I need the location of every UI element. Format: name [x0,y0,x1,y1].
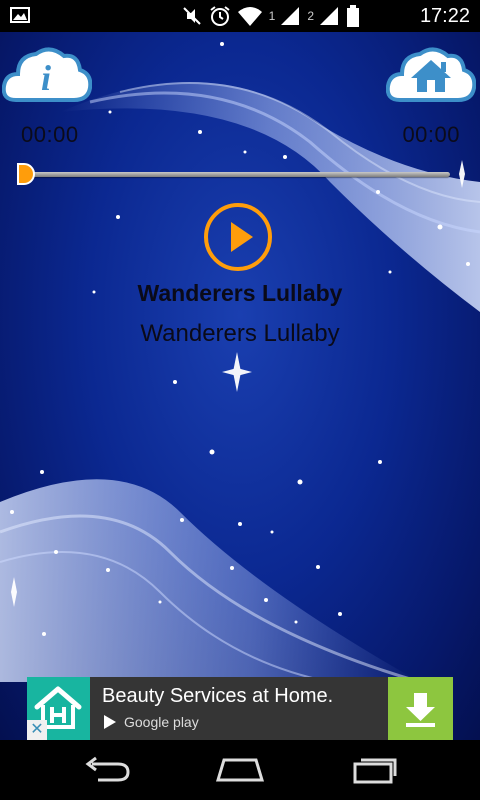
signal-icon [281,7,300,25]
wifi-icon [237,7,262,26]
info-cloud-icon: i [1,47,93,102]
status-icons: 1 2 [181,4,360,28]
ad-store: Google play [102,714,199,730]
sim1-label: 1 [268,9,276,23]
navigation-bar [0,740,480,800]
ad-store-label: Google play [124,714,199,730]
image-notification-icon [10,7,30,23]
play-icon [204,203,272,271]
play-button[interactable] [203,202,273,272]
seek-thumb[interactable] [17,163,35,185]
nav-home-icon [215,758,265,782]
recent-apps-button[interactable] [345,754,405,786]
info-button[interactable]: i [1,42,93,108]
song-title: Wanderers Lullaby [137,280,343,306]
ad-title: Beauty Services at Home. [102,685,334,707]
ad-banner[interactable]: Beauty Services at Home. Google play [27,677,453,740]
alarm-icon [210,6,230,26]
song-artist: Wanderers Lullaby [140,320,340,347]
elapsed-time: 00:00 [21,122,79,147]
player-screen: i 00:00 00:00 Wanderers Lullaby Wanderer… [0,32,480,740]
back-button[interactable] [78,754,138,786]
signal-icon-2 [320,7,338,25]
mute-icon [182,7,201,25]
status-bar: 1 2 17:22 [0,0,480,32]
ad-download-button[interactable] [388,677,453,740]
home-button[interactable] [385,42,477,108]
ad-close-button[interactable]: ✕ [27,720,47,740]
back-icon [85,756,130,782]
home-cloud-icon [385,47,477,102]
battery-icon [347,5,359,27]
info-glyph: i [41,58,51,98]
seek-bar[interactable] [17,163,452,185]
seek-track[interactable] [20,172,450,177]
nav-home-button[interactable] [210,754,270,786]
google-play-icon [104,715,116,729]
download-icon [406,693,435,727]
recent-apps-icon [353,758,397,784]
total-time: 00:00 [402,122,460,147]
clock: 17:22 [419,5,470,27]
sim2-label: 2 [307,9,314,23]
